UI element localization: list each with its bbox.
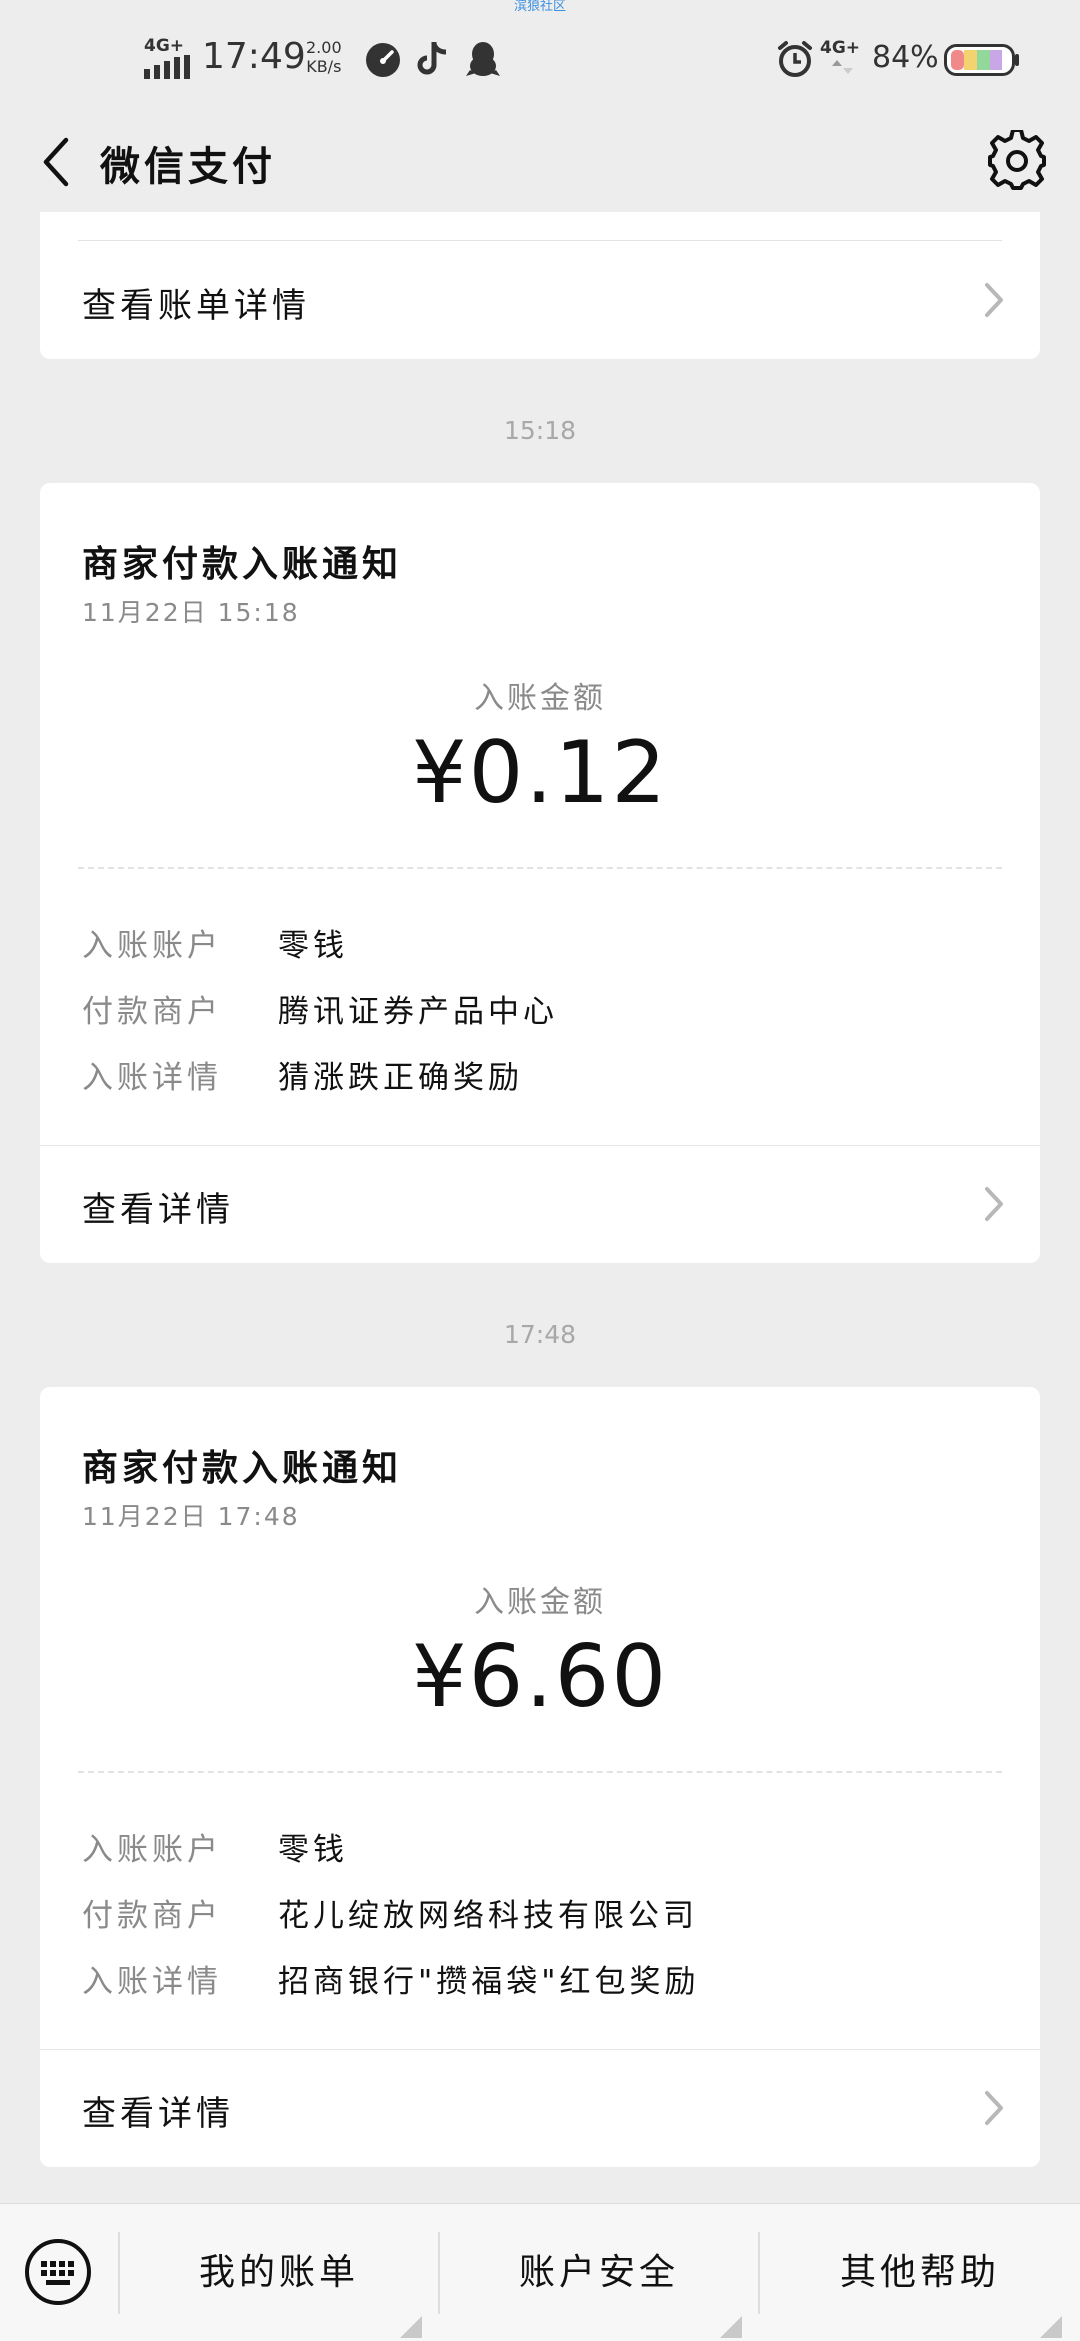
detail-key: 入账详情	[82, 1060, 222, 1096]
page-title: 微信支付	[100, 144, 276, 190]
amount-label: 入账金额	[474, 1585, 606, 1620]
notification-date: 11月22日 17:48	[82, 1497, 300, 1533]
view-details-label: 查看详情	[82, 1190, 234, 1230]
detail-key: 付款商户	[82, 1898, 222, 1934]
detail-row-account: 入账账户 零钱	[82, 1824, 348, 1869]
detail-row-account: 入账账户 零钱	[82, 920, 348, 965]
chevron-left-icon[interactable]	[28, 132, 88, 192]
message-time-label: 17:48	[503, 1320, 577, 1349]
notification-date-day: 11月22日	[82, 598, 208, 627]
speedometer-icon	[366, 43, 400, 77]
view-details-link[interactable]: 查看详情	[40, 1146, 1040, 1263]
notification-date-day: 11月22日	[82, 1502, 208, 1531]
detail-key: 入账账户	[82, 928, 222, 964]
amount-value: ¥6.60	[411, 1627, 669, 1727]
chevron-right-icon	[985, 1187, 1003, 1221]
chevron-right-icon	[985, 283, 1003, 317]
status-bar: 4G+ 17:49 2.00 KB/s 4G+ 84%	[0, 0, 1080, 110]
keyboard-icon[interactable]	[24, 2238, 92, 2306]
submenu-indicator-icon	[400, 2316, 422, 2338]
battery-percent: 84%	[872, 40, 939, 75]
dashed-divider	[78, 1771, 1002, 1773]
divider	[78, 240, 1002, 241]
detail-key: 入账详情	[82, 1964, 222, 2000]
submenu-indicator-icon	[1040, 2316, 1062, 2338]
detail-key: 付款商户	[82, 994, 222, 1030]
view-bill-details-link[interactable]: 查看账单详情	[40, 242, 1040, 359]
notification-date-time: 15:18	[217, 598, 300, 627]
gear-icon[interactable]	[986, 130, 1048, 192]
network-speed: 2.00 KB/s	[306, 38, 342, 76]
alarm-clock-icon	[778, 41, 812, 77]
amount-value: ¥0.12	[411, 723, 669, 823]
notification-date: 11月22日 15:18	[82, 593, 300, 629]
detail-key: 入账账户	[82, 1832, 222, 1868]
detail-value: 花儿绽放网络科技有限公司	[278, 1898, 698, 1934]
bottom-menu-bar: 我的账单 账户安全 其他帮助	[0, 2203, 1080, 2341]
menu-my-bills-label: 我的账单	[198, 2252, 359, 2293]
network-type-label: 4G+	[144, 36, 185, 56]
amount-label: 入账金额	[474, 681, 606, 716]
speed-unit: KB/s	[306, 57, 342, 76]
detail-value: 腾讯证券产品中心	[278, 994, 558, 1030]
detail-row-info: 入账详情 招商银行"攒福袋"红包奖励	[82, 1956, 700, 2001]
submenu-indicator-icon	[720, 2316, 742, 2338]
navigation-bar: 微信支付	[0, 110, 1080, 212]
data-arrows-icon	[832, 60, 853, 74]
detail-value: 猜涨跌正确奖励	[278, 1060, 523, 1096]
detail-value: 零钱	[278, 928, 348, 964]
tiktok-icon	[417, 42, 447, 75]
payment-notification-card: 商家付款入账通知 11月22日 15:18 入账金额 ¥0.12 入账账户 零钱 …	[40, 483, 1040, 1263]
battery-icon	[944, 44, 1019, 76]
menu-my-bills[interactable]: 我的账单	[120, 2204, 438, 2341]
detail-row-merchant: 付款商户 花儿绽放网络科技有限公司	[82, 1890, 698, 1935]
chevron-right-icon	[985, 2091, 1003, 2125]
notification-date-time: 17:48	[217, 1502, 300, 1531]
menu-other-help-label: 其他帮助	[839, 2252, 1000, 2293]
notification-title: 商家付款入账通知	[82, 1448, 403, 1489]
signal-bars-icon	[144, 55, 190, 79]
network-type-label-right: 4G+	[820, 38, 861, 58]
detail-value: 零钱	[278, 1832, 348, 1868]
menu-account-security[interactable]: 账户安全	[440, 2204, 758, 2341]
speed-value: 2.00	[306, 38, 342, 57]
detail-row-info: 入账详情 猜涨跌正确奖励	[82, 1052, 523, 1097]
bill-card-partial: 查看账单详情	[40, 212, 1040, 359]
view-bill-details-label: 查看账单详情	[82, 286, 310, 326]
qq-penguin-icon	[466, 42, 500, 76]
detail-row-merchant: 付款商户 腾讯证券产品中心	[82, 986, 558, 1031]
payment-notification-card: 商家付款入账通知 11月22日 17:48 入账金额 ¥6.60 入账账户 零钱 …	[40, 1387, 1040, 2167]
message-time-label: 15:18	[503, 416, 577, 445]
clock-time: 17:49	[202, 36, 306, 77]
signal-strength-icon: 4G+	[144, 38, 190, 83]
view-details-label: 查看详情	[82, 2094, 234, 2134]
notification-title: 商家付款入账通知	[82, 544, 403, 585]
menu-account-security-label: 账户安全	[518, 2252, 679, 2293]
detail-value: 招商银行"攒福袋"红包奖励	[278, 1964, 700, 2000]
dashed-divider	[78, 867, 1002, 869]
menu-other-help[interactable]: 其他帮助	[760, 2204, 1080, 2341]
view-details-link[interactable]: 查看详情	[40, 2050, 1040, 2167]
